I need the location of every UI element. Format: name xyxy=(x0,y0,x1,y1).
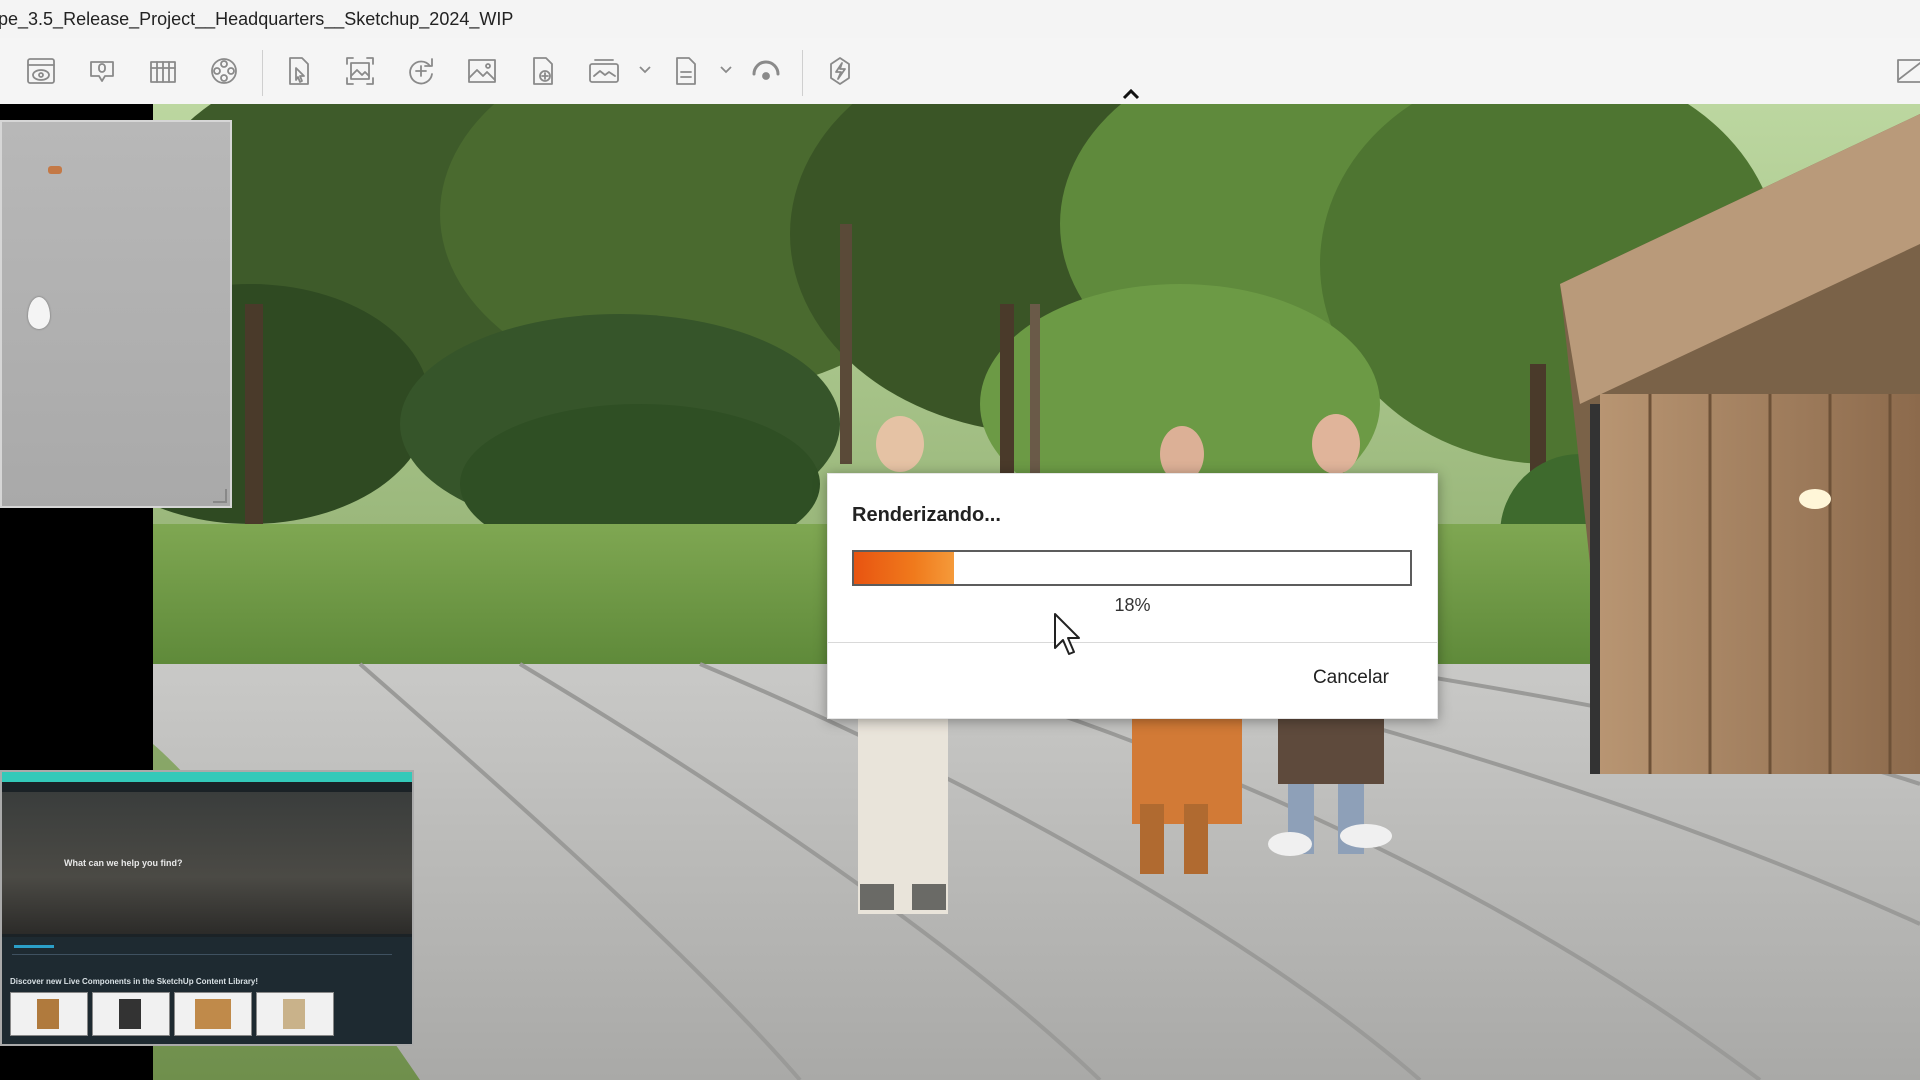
toolbar-separator xyxy=(262,50,263,96)
lightning-icon[interactable] xyxy=(819,50,861,92)
visibility-icon[interactable] xyxy=(20,50,62,92)
chevron-down-icon[interactable] xyxy=(719,60,733,80)
dialog-title: Renderizando... xyxy=(852,504,1001,526)
film-reel-icon[interactable] xyxy=(203,50,245,92)
panorama-360-icon[interactable] xyxy=(583,50,625,92)
main-toolbar xyxy=(0,38,1920,105)
image-compare-icon[interactable] xyxy=(1890,50,1920,92)
pip-tab-active xyxy=(14,945,54,948)
dialog-divider xyxy=(828,642,1437,643)
resize-handle-icon[interactable] xyxy=(213,489,227,503)
render-progress-bar xyxy=(852,550,1412,586)
progress-percent-label: 18% xyxy=(1114,595,1151,615)
pip-thumbnail xyxy=(92,992,170,1036)
image-icon[interactable] xyxy=(461,50,503,92)
progress-fill xyxy=(854,552,955,584)
pip-subheading: Discover new Live Components in the Sket… xyxy=(10,977,259,986)
frame-icon[interactable] xyxy=(339,50,381,92)
toolbar-separator xyxy=(802,50,803,96)
library-icon[interactable] xyxy=(142,50,184,92)
collapse-toolbar-icon[interactable] xyxy=(1120,86,1142,102)
minimap-panel[interactable] xyxy=(0,120,232,508)
cancel-button[interactable]: Cancelar xyxy=(1313,667,1389,689)
add-animation-icon[interactable] xyxy=(400,50,442,92)
exe-file-icon[interactable] xyxy=(665,50,707,92)
sync-icon[interactable] xyxy=(745,50,787,92)
window-title-bar: pe_3.5_Release_Project__Headquarters__Sk… xyxy=(0,0,1920,38)
camera-location-marker[interactable] xyxy=(28,297,50,329)
pip-title-bar xyxy=(2,772,412,782)
pip-heading: What can we help you find? xyxy=(64,858,183,868)
pip-thumbnail xyxy=(10,992,88,1036)
mouse-cursor-icon xyxy=(1054,613,1080,655)
minimap-object xyxy=(48,166,62,174)
pip-thumbnail xyxy=(174,992,252,1036)
window-title: pe_3.5_Release_Project__Headquarters__Sk… xyxy=(0,9,514,29)
export-file-icon[interactable] xyxy=(522,50,564,92)
pip-thumbnail xyxy=(256,992,334,1036)
mic-icon[interactable] xyxy=(81,50,123,92)
select-file-icon[interactable] xyxy=(278,50,320,92)
pip-window: What can we help you find? Discover new … xyxy=(0,770,414,1046)
chevron-down-icon[interactable] xyxy=(638,60,652,80)
pip-divider xyxy=(12,954,392,955)
render-progress-dialog: Renderizando... 18% Cancelar xyxy=(827,473,1438,719)
